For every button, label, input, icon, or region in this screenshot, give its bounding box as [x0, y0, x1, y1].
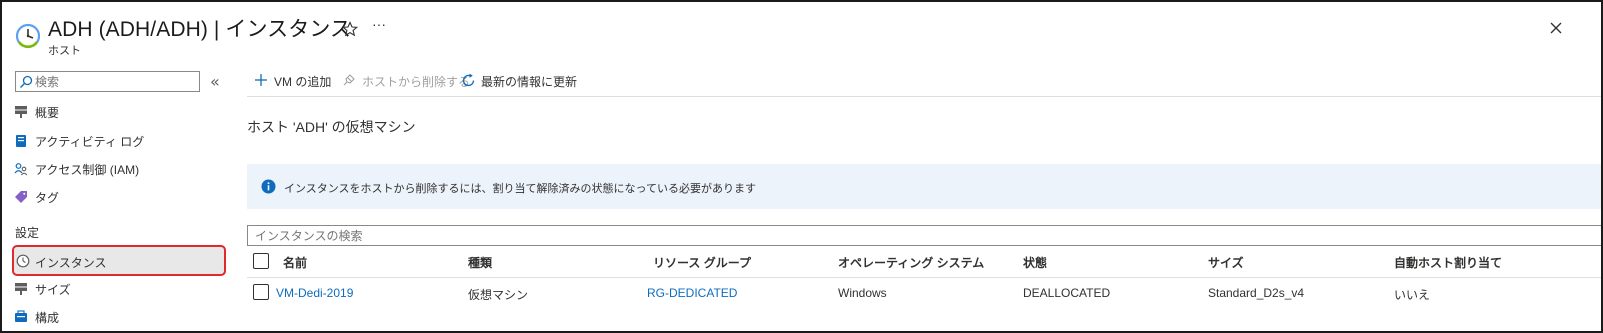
sidebar-item-label: 概要: [35, 106, 60, 120]
sidebar-item-configuration[interactable]: 構成: [12, 303, 226, 331]
column-header-type[interactable]: 種類: [468, 254, 492, 271]
info-icon: [261, 179, 276, 194]
resource-group-link[interactable]: RG-DEDICATED: [647, 286, 737, 300]
cell-status: DEALLOCATED: [1023, 286, 1111, 300]
plus-icon: [255, 74, 267, 86]
sidebar-item-label: アクティビティ ログ: [35, 135, 145, 149]
column-header-auto-host-assignment[interactable]: 自動ホスト割り当て: [1394, 254, 1502, 271]
info-message: インスタンスをホストから削除するには、割り当て解除済みの状態になっている必要があ…: [284, 183, 757, 195]
vm-name-link[interactable]: VM-Dedi-2019: [276, 286, 353, 300]
column-header-os[interactable]: オペレーティング システム: [838, 254, 984, 271]
window-frame: ADH (ADH/ADH) | インスタンス ホスト ··· « 概要 アクティ…: [0, 0, 1603, 333]
clock-icon: [16, 254, 30, 268]
column-header-size[interactable]: サイズ: [1208, 254, 1244, 271]
sidebar-section-settings: 設定: [15, 226, 40, 240]
page-title: ADH (ADH/ADH) | インスタンス: [48, 18, 352, 41]
row-checkbox[interactable]: [253, 284, 269, 300]
refresh-icon: [462, 73, 475, 87]
select-all-checkbox[interactable]: [253, 253, 269, 269]
overview-icon: [15, 106, 27, 118]
instance-search-input[interactable]: [255, 227, 855, 244]
cell-type: 仮想マシン: [468, 288, 529, 302]
sidebar-search-input[interactable]: [35, 73, 195, 90]
unplug-icon: [343, 74, 355, 86]
table-header-divider: [247, 277, 1601, 278]
cell-os: Windows: [838, 286, 887, 300]
info-banner: インスタンスをホストから削除するには、割り当て解除済みの状態になっている必要があ…: [247, 164, 1601, 209]
cell-size: Standard_D2s_v4: [1208, 286, 1305, 300]
sidebar-item-label: アクセス制御 (IAM): [35, 163, 140, 177]
cell-auto-host-assignment: いいえ: [1394, 288, 1431, 302]
sidebar-item-sizes[interactable]: サイズ: [12, 275, 226, 303]
sidebar-item-label: インスタンス: [35, 256, 107, 270]
activity-log-icon: [16, 135, 26, 147]
column-header-resource-group[interactable]: リソース グループ: [653, 254, 751, 271]
sidebar-item-label: サイズ: [35, 283, 71, 297]
search-icon: [20, 75, 33, 88]
column-header-status[interactable]: 状態: [1023, 254, 1047, 271]
more-options-button[interactable]: ···: [372, 16, 386, 32]
add-vm-label: VM の追加: [274, 75, 332, 89]
refresh-label: 最新の情報に更新: [481, 75, 578, 89]
iam-icon: [14, 163, 28, 176]
tag-icon: [15, 191, 27, 203]
page-subtitle: ホスト: [48, 45, 81, 57]
collapse-sidebar-button[interactable]: «: [210, 72, 220, 91]
sidebar-item-label: タグ: [35, 191, 60, 205]
size-icon: [15, 283, 27, 295]
toolbar-divider: [247, 96, 1601, 97]
config-icon: [15, 310, 27, 322]
host-clock-icon: [15, 23, 41, 49]
section-title: ホスト 'ADH' の仮想マシン: [247, 119, 416, 135]
sidebar-item-tags[interactable]: タグ: [12, 183, 226, 211]
column-header-name[interactable]: 名前: [283, 254, 307, 271]
sidebar-item-instances[interactable]: インスタンス: [12, 245, 226, 276]
remove-from-host-label: ホストから削除する: [362, 75, 471, 89]
sidebar-item-activity-log[interactable]: アクティビティ ログ: [12, 127, 226, 155]
sidebar-item-overview[interactable]: 概要: [12, 98, 226, 126]
sidebar-search[interactable]: [15, 71, 200, 92]
sidebar-item-iam[interactable]: アクセス制御 (IAM): [12, 155, 226, 183]
favorite-star-icon[interactable]: [342, 21, 358, 37]
close-icon[interactable]: [1548, 20, 1564, 36]
instance-search-box[interactable]: [247, 225, 1601, 246]
sidebar-item-label: 構成: [35, 311, 60, 325]
